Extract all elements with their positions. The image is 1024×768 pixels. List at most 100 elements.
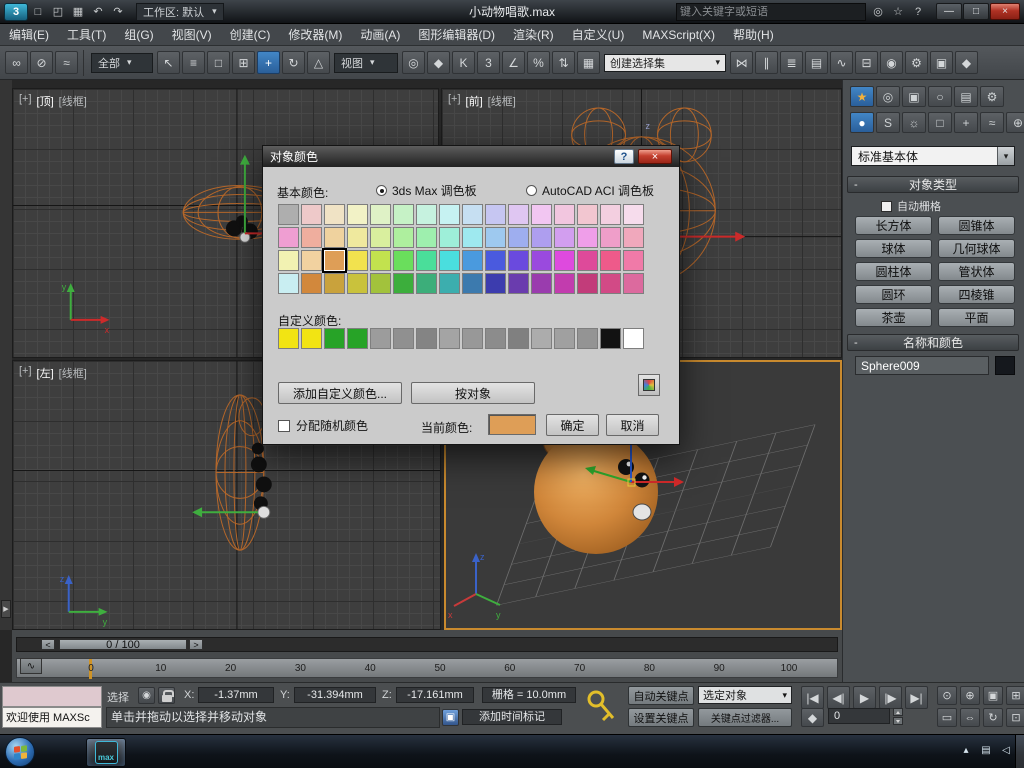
- color-swatch[interactable]: [324, 273, 345, 294]
- color-swatch[interactable]: [508, 227, 529, 248]
- color-swatch[interactable]: [393, 204, 414, 225]
- search-input[interactable]: [680, 6, 862, 18]
- time-tag-icon[interactable]: ▣: [442, 709, 459, 726]
- taskbar-3dsmax-button[interactable]: max: [86, 738, 126, 767]
- community-icon[interactable]: ☆: [888, 3, 908, 21]
- menu-item[interactable]: MAXScript(X): [633, 24, 724, 46]
- color-swatch[interactable]: [370, 227, 391, 248]
- color-swatch[interactable]: [554, 227, 575, 248]
- next-frame-arrow[interactable]: >: [189, 639, 203, 650]
- color-swatch[interactable]: [301, 227, 322, 248]
- search-go-icon[interactable]: ◎: [868, 3, 888, 21]
- color-swatch[interactable]: [324, 204, 345, 225]
- add-custom-colors-button[interactable]: 添加自定义颜色...: [278, 382, 402, 404]
- new-scene-icon[interactable]: □: [28, 3, 48, 21]
- viewport-shading-label[interactable]: [线框]: [59, 93, 87, 109]
- zoom-extents-all-icon[interactable]: ⊞: [1006, 686, 1024, 705]
- color-swatch[interactable]: [531, 328, 552, 349]
- color-swatch[interactable]: [485, 250, 506, 271]
- color-swatch[interactable]: [324, 227, 345, 248]
- object-type-rollout[interactable]: - 对象类型: [847, 176, 1019, 193]
- color-swatch[interactable]: [370, 204, 391, 225]
- menu-item[interactable]: 图形编辑器(D): [409, 24, 504, 46]
- lights-icon[interactable]: ☼: [902, 112, 926, 133]
- viewport-general-menu[interactable]: [+]: [19, 93, 32, 109]
- color-swatch[interactable]: [393, 328, 414, 349]
- color-swatch[interactable]: [324, 250, 345, 271]
- viewport-layout-flyout-button[interactable]: ▶: [1, 600, 11, 618]
- shapes-icon[interactable]: S: [876, 112, 900, 133]
- color-swatch[interactable]: [462, 328, 483, 349]
- z-coordinate-field[interactable]: [396, 687, 474, 703]
- color-swatch[interactable]: [439, 273, 460, 294]
- color-swatch[interactable]: [347, 250, 368, 271]
- use-pivot-center-icon[interactable]: ◎: [402, 51, 425, 74]
- cameras-icon[interactable]: □: [928, 112, 952, 133]
- zoom-icon[interactable]: ⊙: [937, 686, 957, 705]
- graphite-ribbon-icon[interactable]: ▤: [805, 51, 828, 74]
- color-swatch[interactable]: [462, 250, 483, 271]
- unlink-selection-icon[interactable]: ⊘: [30, 51, 53, 74]
- menu-item[interactable]: 视图(V): [163, 24, 221, 46]
- object-color-swatch[interactable]: [995, 356, 1015, 375]
- render-production-icon[interactable]: ◆: [955, 51, 978, 74]
- color-swatch[interactable]: [485, 273, 506, 294]
- select-and-rotate-icon[interactable]: ↻: [282, 51, 305, 74]
- menu-item[interactable]: 工具(T): [58, 24, 115, 46]
- material-editor-icon[interactable]: ◉: [880, 51, 903, 74]
- dialog-help-button[interactable]: ?: [614, 149, 634, 164]
- cancel-button[interactable]: 取消: [606, 414, 659, 436]
- selection-lock-icon[interactable]: [158, 687, 175, 704]
- menu-item[interactable]: 自定义(U): [563, 24, 634, 46]
- percent-snap-icon[interactable]: %: [527, 51, 550, 74]
- helpers-icon[interactable]: +: [954, 112, 978, 133]
- menu-item[interactable]: 创建(C): [221, 24, 280, 46]
- color-swatch[interactable]: [531, 250, 552, 271]
- color-swatch[interactable]: [347, 328, 368, 349]
- color-swatch[interactable]: [554, 273, 575, 294]
- tray-expand-icon[interactable]: ▴: [958, 741, 974, 759]
- mini-curve-editor-button[interactable]: ∿: [20, 658, 42, 674]
- pan-view-icon[interactable]: ⇔: [960, 708, 980, 727]
- color-swatch[interactable]: [623, 250, 644, 271]
- checkbox[interactable]: [278, 420, 290, 432]
- color-swatch[interactable]: [393, 273, 414, 294]
- color-swatch[interactable]: [577, 328, 598, 349]
- color-swatch[interactable]: [508, 250, 529, 271]
- color-swatch[interactable]: [347, 273, 368, 294]
- color-swatch[interactable]: [370, 328, 391, 349]
- current-frame-field[interactable]: [828, 708, 890, 724]
- color-swatch[interactable]: [462, 204, 483, 225]
- object-type-button[interactable]: 圆柱体: [855, 262, 932, 281]
- tray-volume-icon[interactable]: ◁: [998, 741, 1014, 759]
- maximize-viewport-icon[interactable]: ⊡: [1006, 708, 1024, 727]
- track-bar-ruler[interactable]: 0102030405060708090100: [16, 658, 838, 678]
- add-time-tag[interactable]: 添加时间标记: [462, 709, 562, 725]
- color-swatch[interactable]: [416, 273, 437, 294]
- select-object-icon[interactable]: ↖: [157, 51, 180, 74]
- align-icon[interactable]: ∥: [755, 51, 778, 74]
- zoom-all-icon[interactable]: ⊕: [960, 686, 980, 705]
- edit-named-selection-sets-icon[interactable]: ▦: [577, 51, 600, 74]
- color-swatch[interactable]: [278, 204, 299, 225]
- select-by-name-icon[interactable]: ≡: [182, 51, 205, 74]
- menu-item[interactable]: 动画(A): [351, 24, 409, 46]
- curve-editor-icon[interactable]: ∿: [830, 51, 853, 74]
- tray-network-icon[interactable]: ▤: [978, 741, 994, 759]
- snaps-toggle-icon[interactable]: 3: [477, 51, 500, 74]
- menu-item[interactable]: 帮助(H): [724, 24, 783, 46]
- render-setup-icon[interactable]: ⚙: [905, 51, 928, 74]
- reference-coordinate-dropdown[interactable]: 视图 ▾: [334, 53, 398, 73]
- color-swatch[interactable]: [531, 227, 552, 248]
- color-swatch[interactable]: [347, 204, 368, 225]
- save-file-icon[interactable]: ▦: [68, 3, 88, 21]
- color-swatch[interactable]: [577, 250, 598, 271]
- color-swatch[interactable]: [485, 328, 506, 349]
- set-key-button[interactable]: 设置关键点: [628, 708, 694, 727]
- color-swatch[interactable]: [600, 328, 621, 349]
- rendered-frame-icon[interactable]: ▣: [930, 51, 953, 74]
- geometry-icon[interactable]: ●: [850, 112, 874, 133]
- color-swatch[interactable]: [577, 204, 598, 225]
- acad-palette-radio[interactable]: AutoCAD ACI 调色板: [526, 182, 654, 199]
- select-and-move-icon[interactable]: +: [257, 51, 280, 74]
